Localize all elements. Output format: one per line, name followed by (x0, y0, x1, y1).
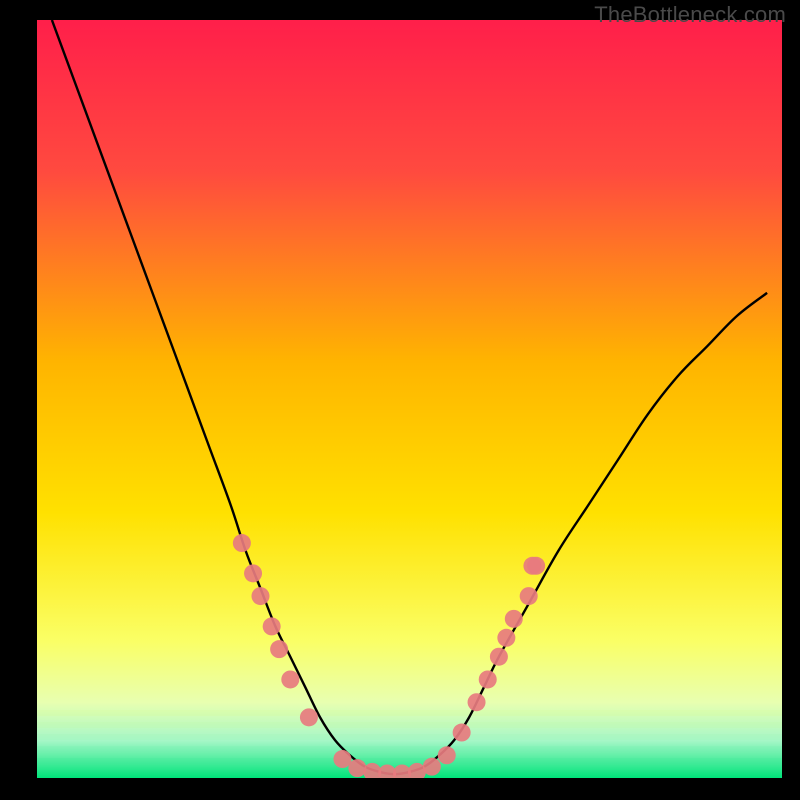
chart-frame: TheBottleneck.com (0, 0, 800, 800)
data-marker (527, 557, 545, 575)
data-marker (453, 724, 471, 742)
data-marker (263, 617, 281, 635)
plot-area (37, 20, 782, 778)
data-marker (520, 587, 538, 605)
data-marker (423, 758, 441, 776)
data-marker (497, 629, 515, 647)
data-marker (270, 640, 288, 658)
data-marker (438, 746, 456, 764)
data-marker (252, 587, 270, 605)
watermark-text: TheBottleneck.com (594, 2, 786, 28)
data-marker (281, 670, 299, 688)
data-marker (490, 648, 508, 666)
data-marker (300, 708, 318, 726)
bottleneck-curve (52, 20, 767, 774)
data-marker (233, 534, 251, 552)
data-marker (505, 610, 523, 628)
data-marker (333, 750, 351, 768)
data-marker (479, 670, 497, 688)
data-marker (468, 693, 486, 711)
data-marker (244, 564, 262, 582)
curve-layer (37, 20, 782, 778)
